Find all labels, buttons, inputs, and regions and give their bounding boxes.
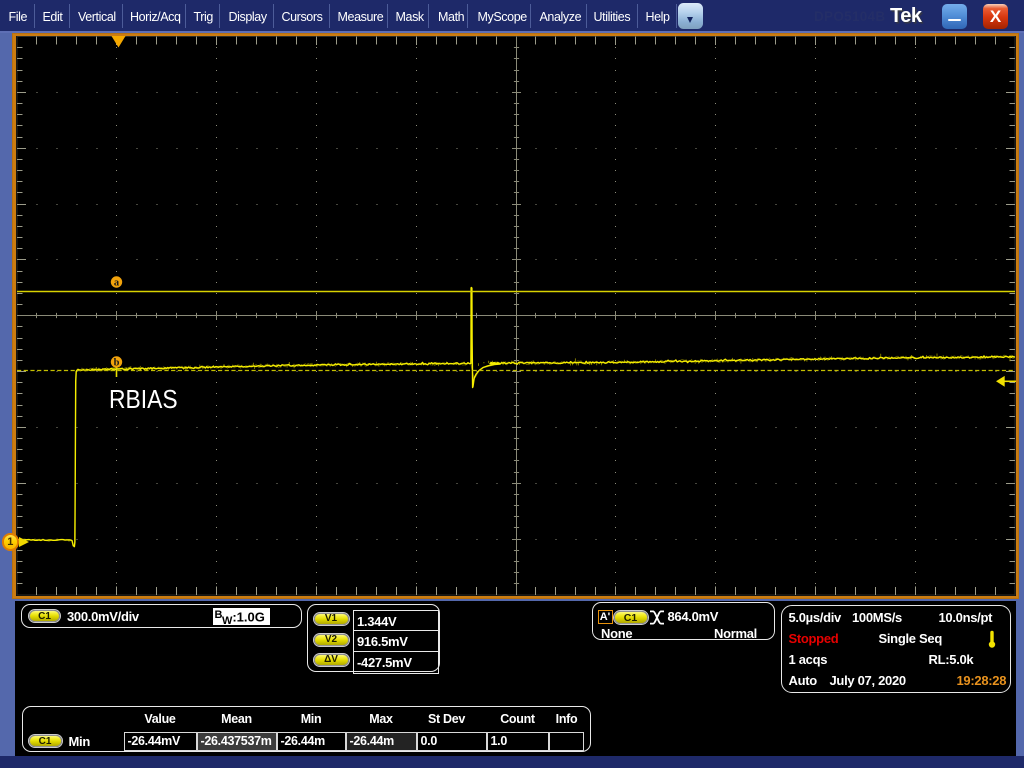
- svg-text:a: a: [114, 278, 120, 289]
- svg-text:b: b: [114, 358, 120, 369]
